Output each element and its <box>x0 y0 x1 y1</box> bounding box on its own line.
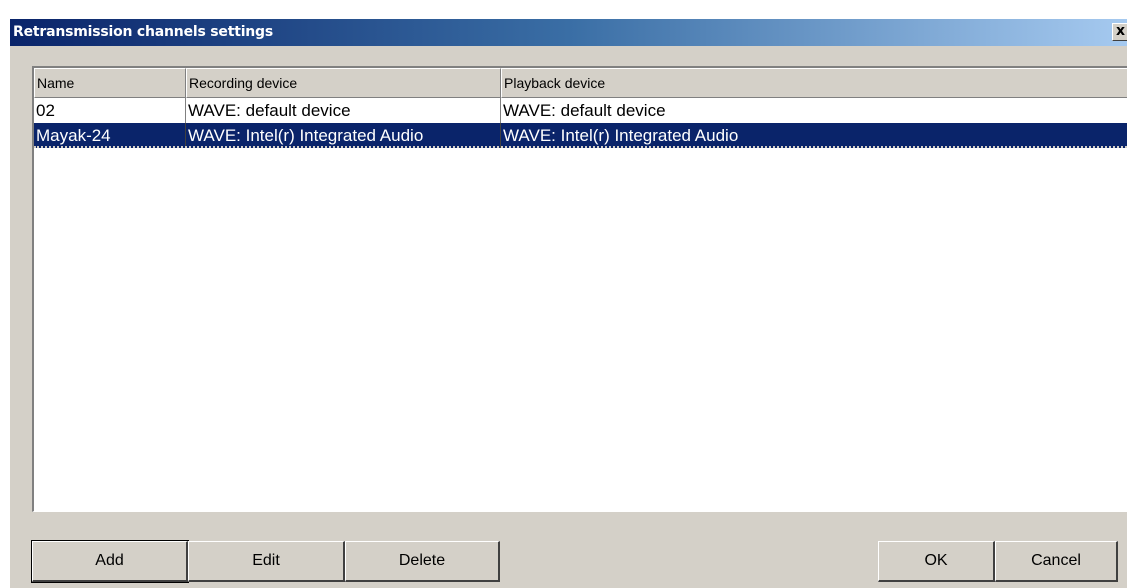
cell-name: Mayak-24 <box>34 123 186 148</box>
add-button[interactable]: Add <box>31 540 189 583</box>
cell-name: 02 <box>34 98 186 123</box>
cancel-button[interactable]: Cancel <box>995 541 1118 582</box>
delete-button[interactable]: Delete <box>345 541 500 582</box>
dialog-window: Retransmission channels settings x Name … <box>9 18 1127 588</box>
cell-recording-device: WAVE: default device <box>186 98 501 123</box>
table-row[interactable]: 02 WAVE: default device WAVE: default de… <box>34 98 1127 123</box>
close-button[interactable]: x <box>1112 23 1127 41</box>
window-title: Retransmission channels settings <box>13 24 274 40</box>
title-bar[interactable]: Retransmission channels settings x <box>10 19 1127 46</box>
table-row-selected[interactable]: Mayak-24 WAVE: Intel(r) Integrated Audio… <box>34 123 1127 148</box>
column-header-name[interactable]: Name <box>34 68 186 98</box>
channels-list[interactable]: Name Recording device Playback device 02… <box>32 66 1127 512</box>
cell-playback-device: WAVE: default device <box>503 101 666 120</box>
cell-playback-device: WAVE: Intel(r) Integrated Audio <box>503 126 739 145</box>
column-header-playback-device[interactable]: Playback device <box>501 68 1127 98</box>
close-icon: x <box>1115 23 1126 39</box>
ok-button[interactable]: OK <box>878 541 995 582</box>
cell-recording-device: WAVE: Intel(r) Integrated Audio <box>186 123 501 148</box>
list-header: Name Recording device Playback device <box>34 68 1127 98</box>
column-header-recording-device[interactable]: Recording device <box>186 68 501 98</box>
edit-button[interactable]: Edit <box>188 541 345 582</box>
